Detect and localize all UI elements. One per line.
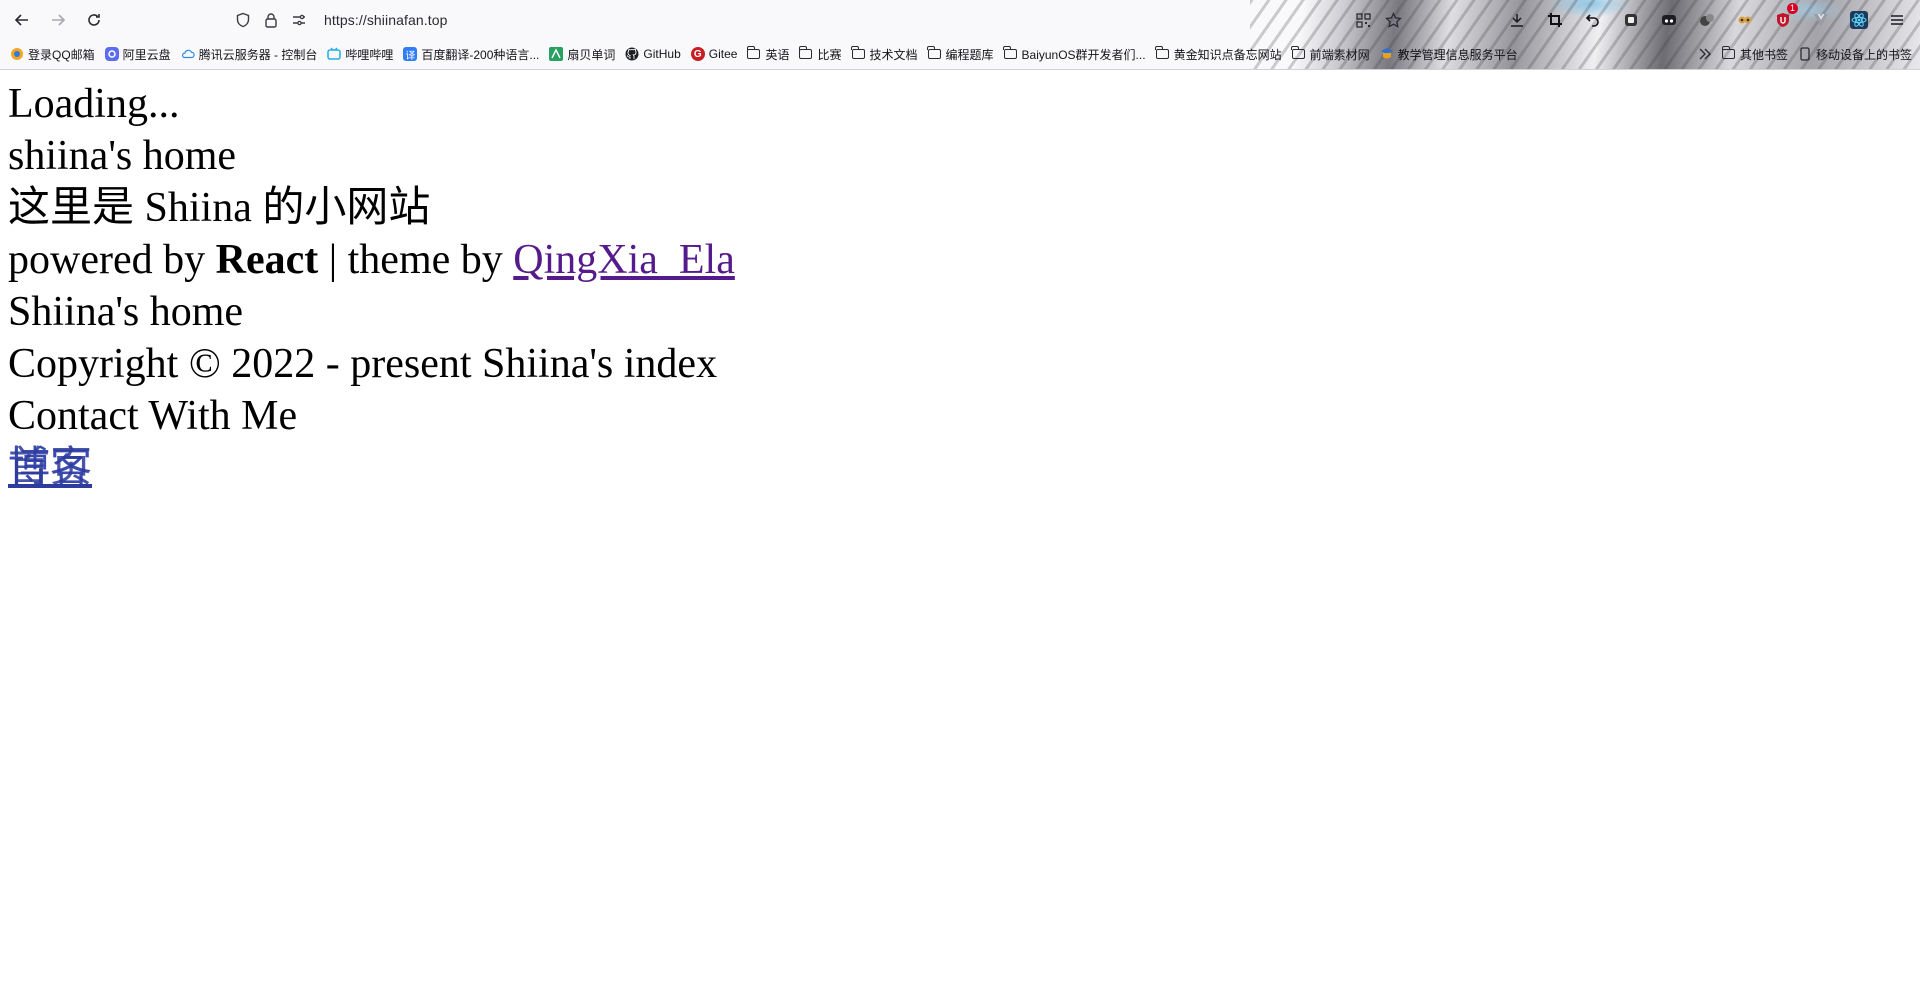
github-icon <box>625 47 639 61</box>
bookmark-shanbay[interactable]: 扇贝单词 <box>549 46 615 63</box>
owl-icon[interactable] <box>1732 7 1758 33</box>
ublock-icon[interactable]: 1 <box>1770 3 1798 33</box>
ublock-badge: 1 <box>1786 3 1798 14</box>
bookmark-label: 英语 <box>765 47 790 62</box>
bookmark-label: 前端素材网 <box>1309 47 1370 62</box>
bookmark-school-platform[interactable]: 教学管理信息服务平台 <box>1380 46 1518 63</box>
screenshot-icon[interactable] <box>1618 7 1644 33</box>
folder-icon <box>927 46 941 59</box>
folder-icon <box>851 46 865 59</box>
bookmark-label: 编程题库 <box>945 47 994 62</box>
shanbay-icon <box>549 47 564 61</box>
bookmark-other-bookmarks[interactable]: 其他书签 <box>1721 46 1788 63</box>
bookmark-label: 扇贝单词 <box>567 47 616 62</box>
bookmark-folder-tech-docs[interactable]: 技术文档 <box>851 46 918 63</box>
permissions-icon[interactable] <box>288 9 310 31</box>
site-title: shiina's home <box>8 133 237 179</box>
folder-icon <box>1003 46 1017 59</box>
bookmark-label: 登录QQ邮箱 <box>28 47 95 62</box>
folder-icon <box>1291 46 1305 59</box>
arrow-right-icon[interactable] <box>44 6 72 34</box>
bookmark-github[interactable]: GitHub <box>625 47 681 61</box>
powered-by-line: powered by React | theme by QingXia_Ela <box>8 234 735 286</box>
container-icon[interactable] <box>1656 7 1682 33</box>
bookmark-folder-problems[interactable]: 编程题库 <box>927 46 994 63</box>
copyright-text: Copyright © 2022 - present Shiina's inde… <box>8 341 718 387</box>
site-title-secondary: Shiina's home <box>8 289 244 335</box>
arrow-left-icon[interactable] <box>8 6 36 34</box>
contact-heading: Contact With Me <box>8 393 298 439</box>
home-link[interactable]: 首页 <box>8 442 92 494</box>
qr-code-icon[interactable] <box>1352 9 1374 31</box>
bookmark-label: GitHub <box>643 47 681 61</box>
qq-mail-icon <box>10 47 24 61</box>
bookmark-label: 哔哩哔哩 <box>345 47 394 62</box>
menu-icon[interactable] <box>1884 7 1910 33</box>
bilibili-icon <box>327 47 342 61</box>
shield-icon[interactable] <box>232 9 254 31</box>
powered-prefix: powered by <box>8 237 216 283</box>
star-icon[interactable] <box>1382 9 1404 31</box>
loading-text: Loading... <box>8 81 180 127</box>
vue-devtools-icon[interactable] <box>1808 7 1834 33</box>
crop-icon[interactable] <box>1542 7 1568 33</box>
folder-icon <box>1155 46 1169 59</box>
bookmark-label: BaiyunOS群开发者们... <box>1021 47 1146 62</box>
bookmark-mobile-bookmarks[interactable]: 移动设备上的书签 <box>1798 46 1912 63</box>
overlap-container: 博客 首页 <box>8 442 100 494</box>
browser-toolbar: https://shiinafan.top 1 <box>0 0 1920 40</box>
bookmark-qq-mail[interactable]: 登录QQ邮箱 <box>10 46 95 63</box>
bookmark-label: 腾讯云服务器 - 控制台 <box>198 47 318 62</box>
folder-icon <box>799 46 813 59</box>
url-actions <box>1344 9 1404 31</box>
bookmark-label: 移动设备上的书签 <box>1815 47 1912 62</box>
site-subtitle: 这里是 Shiina 的小网站 <box>8 185 431 231</box>
overlapping-links: 博客 首页 <box>8 442 735 507</box>
theme-separator: | theme by <box>318 237 514 283</box>
bookmark-tencent-cloud[interactable]: 腾讯云服务器 - 控制台 <box>181 46 318 63</box>
url-text[interactable]: https://shiinafan.top <box>324 12 448 28</box>
bookmark-folder-contest[interactable]: 比赛 <box>799 46 842 63</box>
bookmark-label: 比赛 <box>817 47 842 62</box>
folder-icon <box>747 46 761 59</box>
reload-icon[interactable] <box>80 6 108 34</box>
bookmark-baidu-translate[interactable]: 译 百度翻译-200种语言... <box>403 46 539 63</box>
bookmark-folder-golden-notes[interactable]: 黄金知识点备忘网站 <box>1155 46 1282 63</box>
extensions-bar: 1 <box>1492 3 1910 34</box>
gitee-icon: G <box>690 47 705 61</box>
folder-icon <box>1721 46 1735 59</box>
framework-name: React <box>215 237 319 283</box>
bookmark-bilibili[interactable]: 哔哩哔哩 <box>327 46 393 63</box>
bookmark-folder-english[interactable]: 英语 <box>747 46 789 63</box>
url-bar[interactable]: https://shiinafan.top <box>232 6 1404 34</box>
browser-chrome: https://shiinafan.top 1 登录QQ邮箱 阿里云盘 腾讯云服… <box>0 0 1920 70</box>
bookmark-label: 阿里云盘 <box>122 47 171 62</box>
ball-icon[interactable] <box>1694 7 1720 33</box>
react-devtools-icon[interactable] <box>1846 7 1872 33</box>
download-icon[interactable] <box>1504 7 1530 33</box>
mobile-device-icon <box>1798 47 1812 61</box>
bookmark-gitee[interactable]: G Gitee <box>690 47 738 61</box>
bookmark-aliyun-drive[interactable]: 阿里云盘 <box>104 46 171 63</box>
baidu-translate-icon: 译 <box>403 47 418 62</box>
school-icon <box>1380 47 1394 61</box>
bookmark-label: 黄金知识点备忘网站 <box>1173 47 1282 62</box>
bookmark-folder-baiyunos[interactable]: BaiyunOS群开发者们... <box>1003 46 1146 63</box>
bookmark-label: 教学管理信息服务平台 <box>1397 47 1518 62</box>
bookmark-label: 百度翻译-200种语言... <box>421 47 540 62</box>
bookmark-label: 其他书签 <box>1739 47 1788 62</box>
tencent-cloud-icon <box>181 47 195 61</box>
theme-author-link[interactable]: QingXia_Ela <box>513 237 735 283</box>
lock-icon[interactable] <box>260 9 282 31</box>
page-content: Loading... shiina's home 这里是 Shiina 的小网站… <box>8 78 735 507</box>
bookmark-label: Gitee <box>708 47 738 61</box>
aliyun-drive-icon <box>104 47 119 61</box>
bookmarks-toolbar: 登录QQ邮箱 阿里云盘 腾讯云服务器 - 控制台 哔哩哔哩 译 百度翻译-200… <box>0 42 1920 66</box>
bookmark-label: 技术文档 <box>869 47 918 62</box>
bookmarks-right: 其他书签 移动设备上的书签 <box>1688 46 1912 63</box>
bookmark-folder-frontend-assets[interactable]: 前端素材网 <box>1291 46 1370 63</box>
chevron-double-right-icon[interactable] <box>1698 47 1712 61</box>
undo-icon[interactable] <box>1580 7 1606 33</box>
